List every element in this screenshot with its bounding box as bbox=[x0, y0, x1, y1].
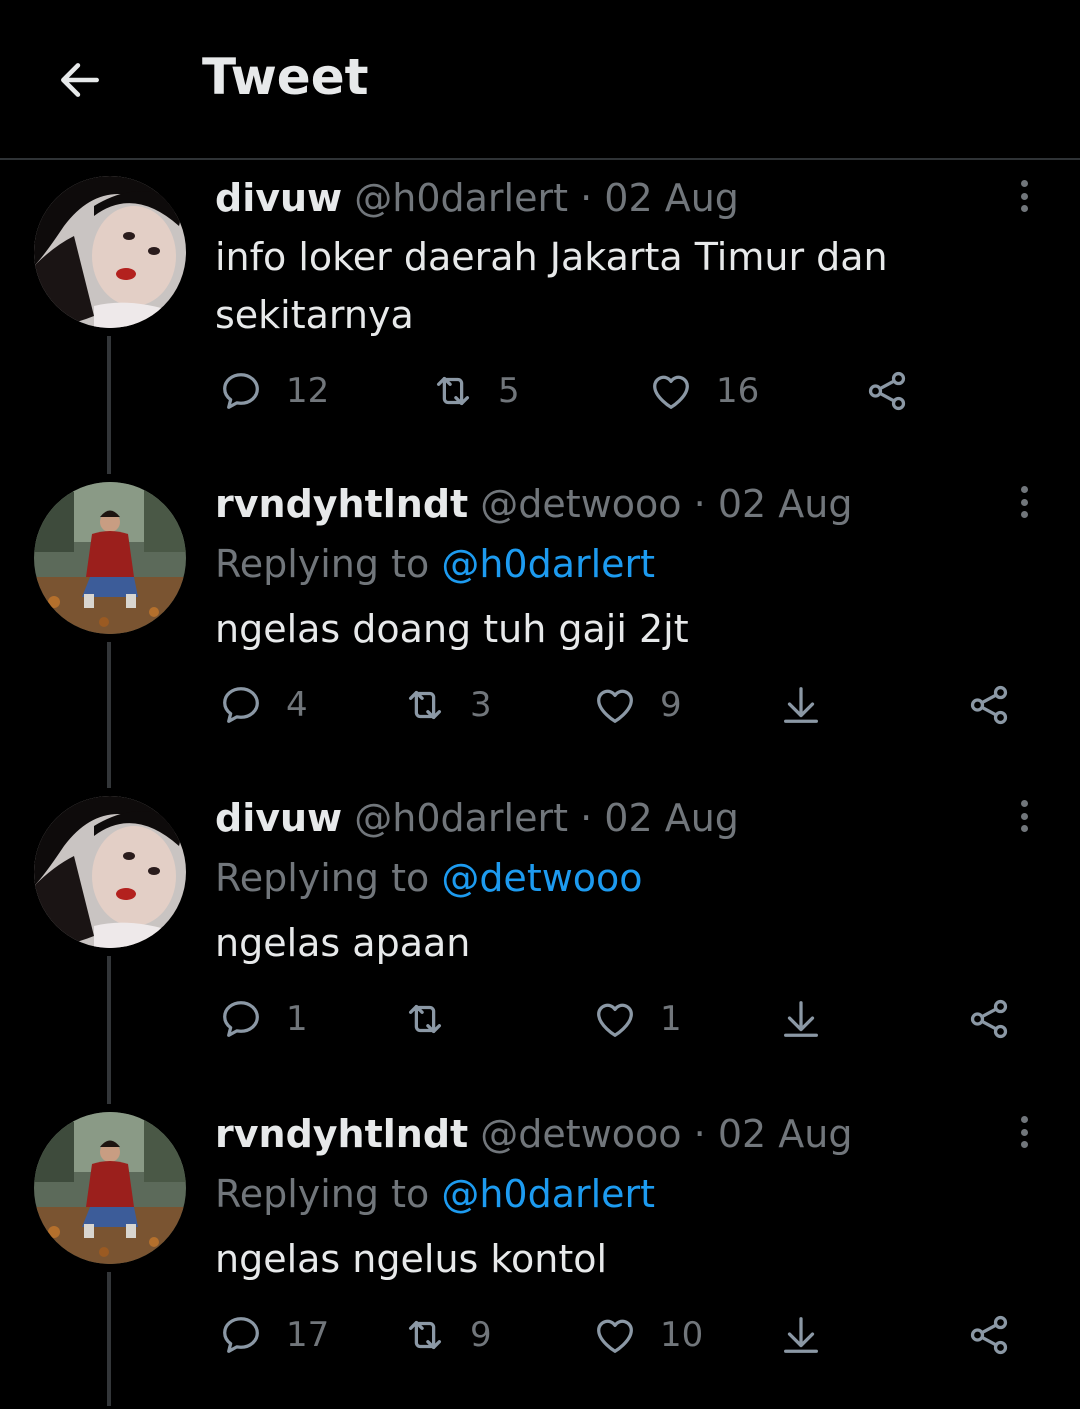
replying-to-label: Replying to bbox=[215, 542, 442, 586]
timestamp[interactable]: 02 Aug bbox=[604, 796, 739, 840]
share-button[interactable] bbox=[966, 1310, 1012, 1360]
display-name[interactable]: rvndyhtlndt bbox=[215, 1112, 468, 1156]
reply-count: 17 bbox=[286, 1315, 330, 1355]
back-button[interactable] bbox=[52, 52, 108, 108]
replying-to: Replying to @detwooo bbox=[215, 856, 643, 900]
username[interactable]: @detwooo bbox=[480, 482, 681, 526]
separator: · bbox=[580, 176, 593, 220]
download-arrow-icon bbox=[784, 1317, 818, 1353]
display-name[interactable]: rvndyhtlndt bbox=[215, 482, 468, 526]
retweet-count: 9 bbox=[470, 1315, 492, 1355]
more-options-button[interactable] bbox=[1006, 1112, 1042, 1152]
like-button[interactable]: 10 bbox=[592, 1310, 703, 1360]
timestamp[interactable]: 02 Aug bbox=[718, 1112, 853, 1156]
retweet-button[interactable]: 3 bbox=[402, 680, 492, 730]
separator: · bbox=[693, 1112, 706, 1156]
replying-to-label: Replying to bbox=[215, 856, 442, 900]
replying-to: Replying to @h0darlert bbox=[215, 542, 655, 586]
like-count: 1 bbox=[660, 999, 682, 1039]
heart-icon bbox=[597, 689, 633, 723]
tweet-text: ngelas doang tuh gaji 2jt bbox=[215, 607, 689, 651]
display-name[interactable]: divuw bbox=[215, 176, 342, 220]
more-options-button[interactable] bbox=[1006, 176, 1042, 216]
reply-icon bbox=[223, 373, 259, 409]
download-button[interactable] bbox=[778, 680, 824, 730]
share-button[interactable] bbox=[864, 366, 910, 416]
reply-button[interactable]: 12 bbox=[218, 366, 329, 416]
username[interactable]: @h0darlert bbox=[354, 796, 568, 840]
download-button[interactable] bbox=[778, 1310, 824, 1360]
retweet-icon bbox=[436, 376, 470, 406]
reply-count: 1 bbox=[286, 999, 308, 1039]
heart-icon bbox=[597, 1003, 633, 1037]
like-count: 9 bbox=[660, 685, 682, 725]
separator: · bbox=[580, 796, 593, 840]
timestamp[interactable]: 02 Aug bbox=[718, 482, 853, 526]
retweet-icon bbox=[408, 1004, 442, 1034]
reply-button[interactable]: 17 bbox=[218, 1310, 329, 1360]
more-options-button[interactable] bbox=[1006, 482, 1042, 522]
display-name[interactable]: divuw bbox=[215, 796, 342, 840]
mention-link[interactable]: @detwooo bbox=[441, 856, 642, 900]
tweet[interactable]: divuw @h0darlert · 02 Aug info loker dae… bbox=[0, 158, 1080, 473]
tweet[interactable]: rvndyhtlndt @detwooo · 02 Aug Replying t… bbox=[0, 464, 1080, 779]
share-icon bbox=[970, 685, 1008, 725]
avatar[interactable] bbox=[34, 796, 186, 948]
replying-to: Replying to @h0darlert bbox=[215, 1172, 655, 1216]
like-button[interactable]: 1 bbox=[592, 994, 682, 1044]
reply-button[interactable]: 4 bbox=[218, 680, 308, 730]
avatar[interactable] bbox=[34, 1112, 186, 1264]
avatar[interactable] bbox=[34, 482, 186, 634]
like-button[interactable]: 9 bbox=[592, 680, 682, 730]
mention-link[interactable]: @h0darlert bbox=[441, 542, 655, 586]
retweet-count: 3 bbox=[470, 685, 492, 725]
reply-icon bbox=[223, 1317, 259, 1353]
tweet-header: rvndyhtlndt @detwooo · 02 Aug bbox=[215, 1112, 852, 1156]
replying-to-label: Replying to bbox=[215, 1172, 442, 1216]
retweet-icon bbox=[408, 1320, 442, 1350]
like-count: 16 bbox=[716, 371, 760, 411]
share-button[interactable] bbox=[966, 994, 1012, 1044]
tweet-header: divuw @h0darlert · 02 Aug bbox=[215, 796, 739, 840]
share-icon bbox=[970, 999, 1008, 1039]
retweet-button[interactable] bbox=[402, 994, 470, 1044]
share-icon bbox=[868, 371, 906, 411]
tweet[interactable]: rvndyhtlndt @detwooo · 02 Aug Replying t… bbox=[0, 1094, 1080, 1409]
download-arrow-icon bbox=[784, 687, 818, 723]
like-count: 10 bbox=[660, 1315, 704, 1355]
retweet-button[interactable]: 5 bbox=[430, 366, 520, 416]
share-icon bbox=[970, 1315, 1008, 1355]
reply-button[interactable]: 1 bbox=[218, 994, 308, 1044]
share-button[interactable] bbox=[966, 680, 1012, 730]
mention-link[interactable]: @h0darlert bbox=[441, 1172, 655, 1216]
retweet-icon bbox=[408, 690, 442, 720]
more-options-button[interactable] bbox=[1006, 796, 1042, 836]
retweet-count: 5 bbox=[498, 371, 520, 411]
like-button[interactable]: 16 bbox=[648, 366, 759, 416]
reply-count: 4 bbox=[286, 685, 308, 725]
tweet-text: ngelas apaan bbox=[215, 921, 471, 965]
page-title: Tweet bbox=[202, 48, 369, 106]
tweet-text: ngelas ngelus kontol bbox=[215, 1237, 608, 1281]
tweet-header: divuw @h0darlert · 02 Aug bbox=[215, 176, 739, 220]
reply-icon bbox=[223, 687, 259, 723]
top-bar: Tweet bbox=[0, 0, 1080, 160]
download-button[interactable] bbox=[778, 994, 824, 1044]
back-arrow-icon bbox=[61, 63, 99, 97]
heart-icon bbox=[653, 375, 689, 409]
username[interactable]: @detwooo bbox=[480, 1112, 681, 1156]
reply-icon bbox=[223, 1001, 259, 1037]
retweet-button[interactable]: 9 bbox=[402, 1310, 492, 1360]
heart-icon bbox=[597, 1319, 633, 1353]
separator: · bbox=[693, 482, 706, 526]
timestamp[interactable]: 02 Aug bbox=[604, 176, 739, 220]
tweet-text: info loker daerah Jakarta Timur dan seki… bbox=[215, 235, 888, 337]
download-arrow-icon bbox=[784, 1001, 818, 1037]
tweet[interactable]: divuw @h0darlert · 02 Aug Replying to @d… bbox=[0, 778, 1080, 1093]
reply-count: 12 bbox=[286, 371, 330, 411]
tweet-header: rvndyhtlndt @detwooo · 02 Aug bbox=[215, 482, 852, 526]
username[interactable]: @h0darlert bbox=[354, 176, 568, 220]
avatar[interactable] bbox=[34, 176, 186, 328]
